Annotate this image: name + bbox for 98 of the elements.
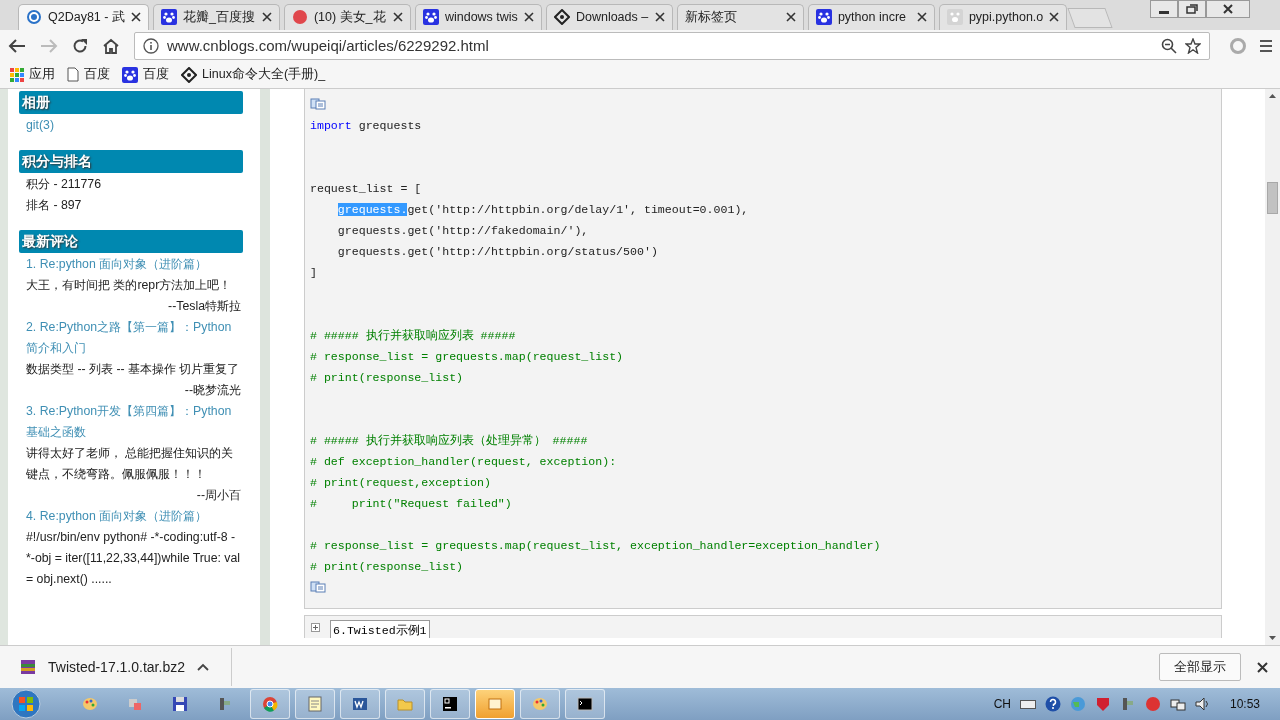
code-line: grequests.get('http://httpbin.org/delay/1', timeout=0.001),	[336, 201, 750, 218]
browser-tab[interactable]: Q2Day81 - 武	[18, 3, 149, 30]
browser-tab[interactable]: 花瓣_百度搜	[152, 3, 280, 30]
code-line: ]	[310, 264, 318, 281]
copy-icon[interactable]	[310, 98, 326, 111]
close-icon[interactable]	[1206, 0, 1250, 18]
comment-link[interactable]: 1. Re:python 面向对象（进阶篇）	[26, 253, 241, 275]
stat-text: 积分 - 211776	[26, 175, 103, 193]
code-line: grequests.get('http://httpbin.org/status/500')	[336, 243, 659, 260]
code-line: # print("Request failed")	[310, 495, 513, 512]
language-indicator[interactable]: CH	[993, 697, 1011, 711]
code-line: # print(response_list)	[310, 558, 465, 575]
back-icon[interactable]	[8, 37, 26, 54]
section-header: 积分与排名	[19, 149, 243, 173]
blob-icon	[291, 9, 308, 26]
reload-icon[interactable]	[72, 37, 88, 54]
document-icon[interactable]	[352, 696, 368, 712]
restore-icon[interactable]	[1178, 0, 1206, 18]
expand-icon[interactable]	[311, 622, 320, 632]
close-icon[interactable]	[1049, 12, 1060, 23]
browser-tab[interactable]: Downloads –	[545, 3, 673, 30]
browser-tab[interactable]: 新标签页	[676, 3, 804, 30]
volume-icon[interactable]	[1194, 696, 1211, 712]
scrollbar-thumb[interactable]	[1267, 181, 1278, 214]
chevron-up-icon[interactable]	[196, 663, 209, 672]
bookmark-link[interactable]: 百度	[143, 66, 169, 84]
close-icon[interactable]	[261, 12, 272, 23]
comment-text: #!/usr/bin/env python# -*-coding:utf-8 -*-obj = iter([11,22,33,44])while True: val = obj.next() ......	[26, 528, 241, 588]
browser-tab[interactable]: pypi.python.o	[938, 3, 1068, 30]
ring-icon	[26, 9, 42, 26]
comment-link[interactable]: 2. Re:Python之路【第一篇】：Python简介和入门	[26, 316, 241, 359]
comment-link[interactable]: 3. Re:Python开发【第四篇】：Python基础之函数	[26, 400, 241, 443]
keyboard-icon[interactable]	[1019, 698, 1036, 710]
code-line: # response_list = grequests.map(request_list)	[310, 348, 625, 365]
bookmark-link[interactable]: 百度	[84, 66, 110, 84]
close-icon[interactable]	[523, 12, 534, 23]
diamond-icon	[181, 66, 197, 83]
comment-text: 讲得太好了老师， 总能把握住知识的关键点，不绕弯路。佩服佩服！！！	[26, 444, 235, 483]
notepad-icon[interactable]	[307, 696, 323, 712]
page-icon	[67, 67, 79, 83]
code-line: # ##### 执行并获取响应列表（处理异常） #####	[310, 432, 589, 449]
code-line: # print(response_list)	[310, 369, 465, 386]
palette-icon[interactable]	[82, 696, 98, 712]
download-file-name[interactable]: Twisted-17.1.0.tar.bz2	[48, 659, 185, 676]
code-line: # print(request,exception)	[310, 474, 492, 491]
clock-time[interactable]: 10:53	[1229, 697, 1260, 711]
palette-icon[interactable]	[532, 696, 548, 712]
browser-tab[interactable]: (10) 美女_花	[283, 3, 411, 30]
network-icon[interactable]	[1169, 696, 1186, 712]
paw-icon	[422, 9, 439, 26]
close-icon[interactable]	[654, 12, 665, 23]
code-line: import grequests	[310, 117, 423, 134]
address-field[interactable]: www.cnblogs.com/wupeiqi/articles/6229292.html	[134, 31, 1210, 60]
close-icon[interactable]	[130, 12, 141, 23]
close-icon[interactable]	[916, 12, 927, 23]
code-line: # def exception_handler(request, exception):	[310, 453, 618, 470]
stat-text: 排名 - 897	[26, 196, 83, 214]
code-line: grequests.get('http://fakedomain/'),	[336, 222, 590, 239]
paw-icon	[815, 9, 832, 26]
diamond-icon	[553, 9, 570, 26]
comment-link[interactable]: 4. Re:python 面向对象（进阶篇）	[26, 505, 241, 527]
star-icon[interactable]	[1185, 37, 1201, 54]
bookmark-link[interactable]: Linux命令大全(手册)_	[202, 66, 326, 84]
close-icon[interactable]	[1257, 661, 1268, 673]
section-header: 相册	[19, 90, 243, 114]
browser-icon[interactable]	[262, 696, 278, 712]
zoom-icon[interactable]	[1161, 37, 1177, 54]
info-icon	[143, 37, 159, 54]
comment-text: 大王，有时间把 类的repr方法加上吧！	[26, 276, 233, 294]
terminal-app-icon[interactable]	[442, 696, 458, 712]
bookmark-link[interactable]: 应用	[29, 66, 55, 84]
comment-author: --Tesla特斯拉	[167, 297, 241, 315]
apps-grid-icon	[10, 67, 24, 82]
code-line: # ##### 执行并获取响应列表 #####	[310, 327, 517, 344]
browser-tab[interactable]: python incre	[807, 3, 935, 30]
console-icon[interactable]	[577, 696, 593, 712]
shield-icon[interactable]	[1094, 696, 1111, 712]
show-all-button[interactable]: 全部显示	[1159, 653, 1241, 682]
paw-icon	[946, 9, 963, 26]
code-block-title: 6.Twisted示例1	[330, 619, 430, 638]
copy-icon[interactable]	[310, 581, 326, 594]
minimize-icon[interactable]	[1150, 0, 1178, 18]
comment-text: 数据类型 -- 列表 -- 基本操作 切片重复了	[26, 360, 241, 378]
browser-tab[interactable]: windows twis	[414, 3, 542, 30]
album-link[interactable]: git(3)	[26, 114, 241, 136]
help-icon[interactable]	[1044, 696, 1061, 712]
section-header: 最新评论	[19, 229, 243, 253]
code-line: request_list = [	[310, 180, 423, 197]
menu-icon[interactable]	[1260, 37, 1272, 54]
comment-author: --周小百	[195, 486, 241, 504]
code-line: # response_list = grequests.map(request_list, exception_handler=exception_handler)	[310, 537, 882, 554]
home-icon[interactable]	[102, 37, 120, 54]
archive-icon	[20, 659, 36, 676]
comment-author: --晓梦流光	[183, 381, 241, 399]
close-icon[interactable]	[392, 12, 403, 23]
close-icon[interactable]	[785, 12, 796, 23]
paw-icon	[160, 9, 177, 26]
paw-icon	[122, 66, 138, 83]
